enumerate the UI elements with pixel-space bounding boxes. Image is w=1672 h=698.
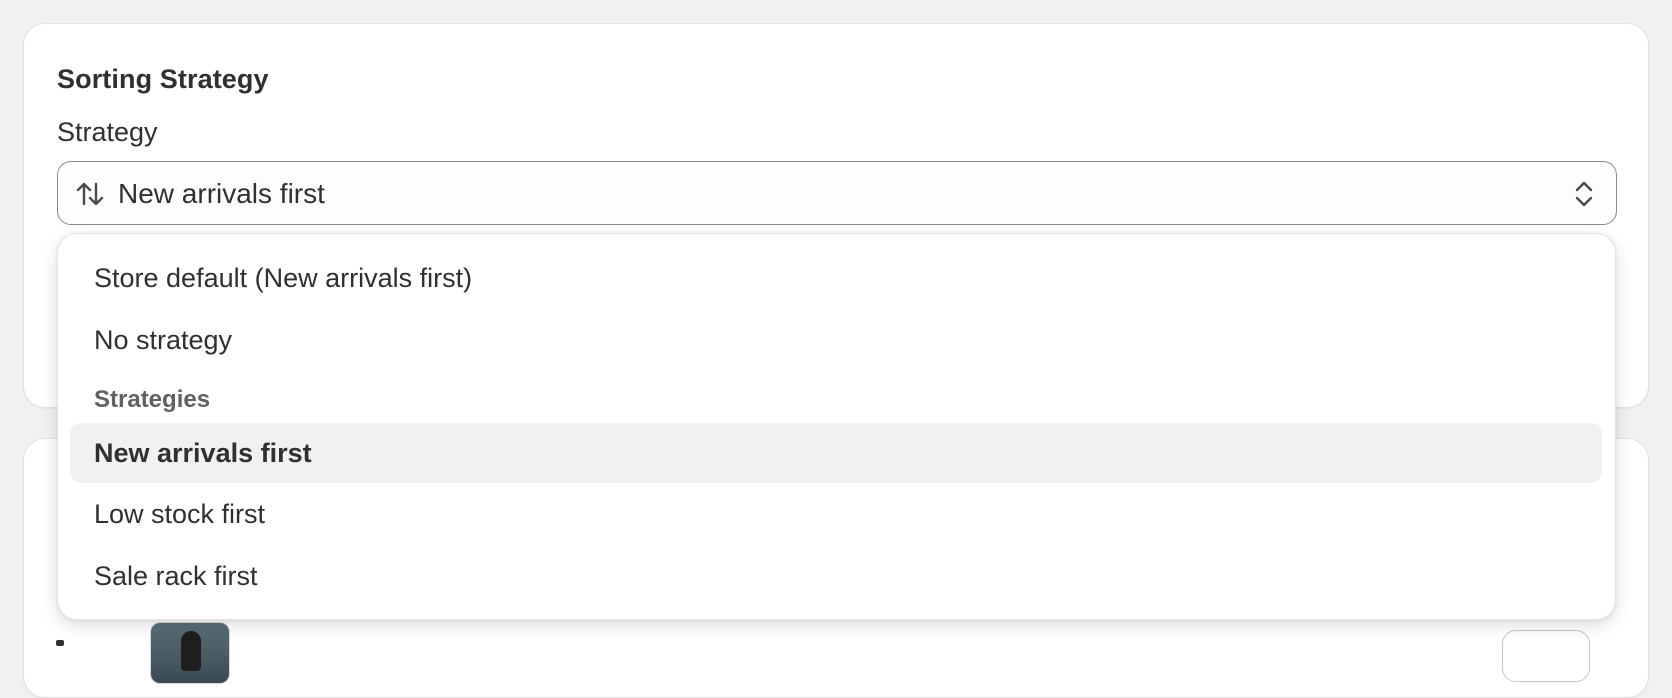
- option-sale-rack-first[interactable]: Sale rack first: [70, 546, 1602, 606]
- card-title: Sorting Strategy: [57, 64, 269, 94]
- product-thumbnail: [150, 622, 230, 684]
- option-new-arrivals-first[interactable]: New arrivals first: [70, 423, 1602, 483]
- strategy-dropdown: Store default (New arrivals first) No st…: [57, 233, 1616, 620]
- strategy-field-label: Strategy: [57, 117, 158, 147]
- row-action-button[interactable]: [1502, 630, 1590, 682]
- row-marker: [56, 640, 64, 646]
- thumbnail-figure: [181, 631, 201, 671]
- strategy-select[interactable]: New arrivals first: [57, 161, 1617, 225]
- sort-arrows-icon: [76, 182, 104, 206]
- option-low-stock-first[interactable]: Low stock first: [70, 484, 1602, 544]
- chevron-up-down-icon: [1575, 181, 1593, 207]
- strategy-selected-value: New arrivals first: [118, 178, 325, 209]
- option-store-default[interactable]: Store default (New arrivals first): [70, 248, 1602, 308]
- option-no-strategy[interactable]: No strategy: [70, 310, 1602, 370]
- strategies-section-heading: Strategies: [94, 386, 211, 413]
